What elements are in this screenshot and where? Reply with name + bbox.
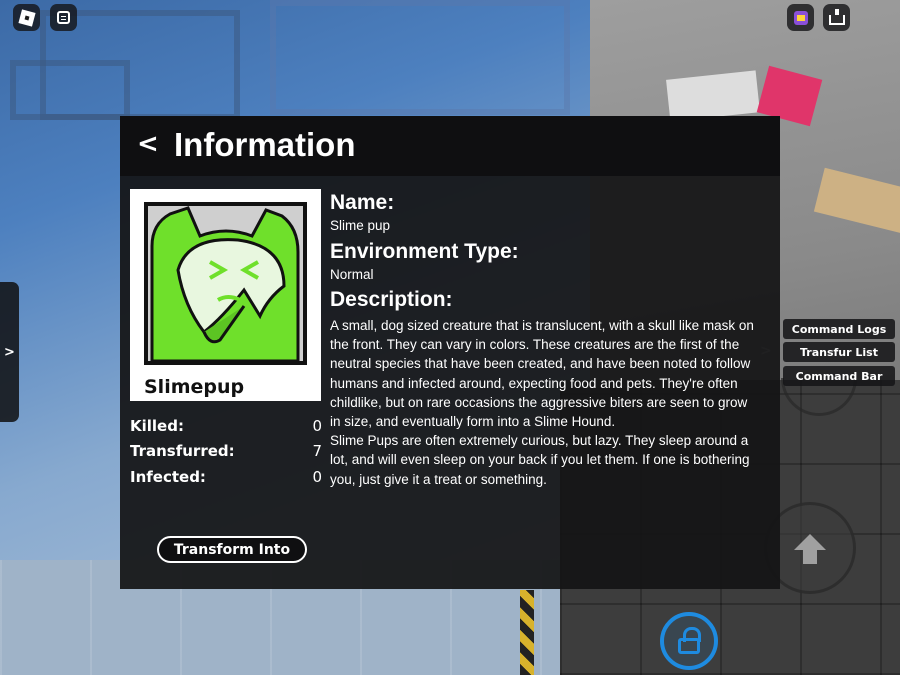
chevron-right-icon: > [4, 344, 15, 360]
environment-heading: Environment Type: [330, 240, 519, 263]
transform-into-button[interactable]: Transform Into [157, 536, 307, 563]
chat-icon[interactable] [50, 4, 77, 31]
jump-icon [794, 534, 826, 564]
avatar-icon[interactable] [787, 4, 814, 31]
command-logs-button[interactable]: Command Logs [783, 319, 895, 339]
stat-infected-label: Infected: [130, 468, 206, 486]
environment-value: Normal [330, 267, 374, 282]
hazard-stripe [520, 590, 534, 675]
panel-header: < Information [120, 116, 780, 176]
description-paragraph: A small, dog sized creature that is tran… [330, 318, 754, 430]
stat-infected-value: 0 [312, 468, 322, 486]
roblox-menu-icon[interactable] [13, 4, 40, 31]
stat-killed-label: Killed: [130, 417, 184, 435]
metal-door-frame [270, 0, 570, 115]
panel-title: Information [174, 126, 356, 163]
information-panel: < Information Slimepup Killed: 0 Transfu… [120, 116, 780, 589]
stat-transfurred-label: Transfurred: [130, 442, 235, 460]
stat-transfurred-value: 7 [312, 442, 322, 460]
creature-portrait-card: Slimepup [130, 189, 321, 401]
slimepup-icon [148, 206, 303, 361]
metal-truss [10, 60, 130, 120]
description-heading: Description: [330, 288, 453, 311]
name-value: Slime pup [330, 218, 391, 233]
name-heading: Name: [330, 191, 395, 214]
side-panel-toggle[interactable]: > [0, 282, 19, 422]
command-bar-button[interactable]: Command Bar [783, 366, 895, 386]
portrait-name: Slimepup [144, 376, 245, 398]
back-button[interactable]: < [137, 129, 159, 159]
stat-killed-value: 0 [312, 417, 322, 435]
description-text: A small, dog sized creature that is tran… [330, 316, 758, 489]
emote-icon[interactable] [823, 4, 850, 31]
shift-lock-button[interactable] [660, 612, 718, 670]
description-paragraph: Slime Pups are often extremely curious, … [330, 433, 750, 487]
transfur-list-button[interactable]: Transfur List [783, 342, 895, 362]
slimepup-portrait [144, 202, 307, 365]
shift-lock-icon [678, 627, 701, 654]
